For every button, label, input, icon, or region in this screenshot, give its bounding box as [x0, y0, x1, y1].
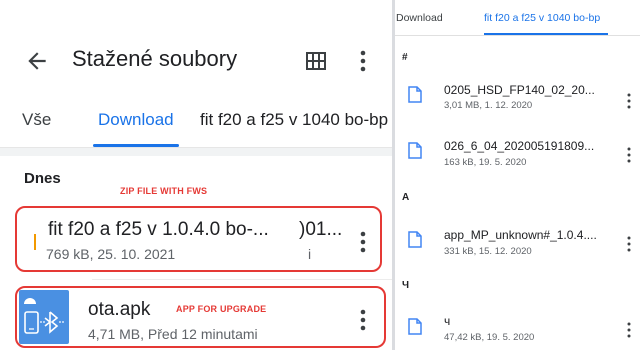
tab-all[interactable]: Vše [22, 110, 51, 130]
back-arrow-icon[interactable] [24, 48, 50, 74]
more-vert-icon[interactable] [626, 93, 632, 109]
file-name[interactable]: fit f20 a f25 v 1.0.4.0 bo-... [48, 219, 269, 241]
file-name[interactable]: 026_6_04_202005191809... [444, 139, 594, 153]
section-header-today: Dnes [24, 170, 61, 187]
file-icon [408, 318, 422, 335]
group-header: # [402, 52, 408, 63]
row-divider [92, 279, 392, 280]
file-meta: 769 kB, 25. 10. 2021 [46, 246, 176, 262]
file-icon [408, 142, 422, 159]
grid-view-icon[interactable] [306, 52, 326, 70]
more-vert-icon[interactable] [626, 147, 632, 163]
more-vert-icon[interactable] [626, 322, 632, 338]
file-name[interactable]: 0205_HSD_FP140_02_20... [444, 83, 595, 97]
file-icon [408, 86, 422, 103]
page-title: Stažené soubory [72, 46, 238, 71]
highlight-frame-apk [15, 286, 386, 348]
file-meta-overlap: i [308, 246, 312, 262]
right-panel: Download fit f20 a f25 v 1040 bo-bp # 02… [395, 0, 640, 350]
tab-divider [395, 35, 640, 36]
tab-download[interactable]: Download [98, 110, 174, 130]
group-header: A [402, 192, 410, 203]
file-thumbnail-edge [34, 234, 36, 250]
file-meta: 3,01 MB, 1. 12. 2020 [444, 100, 533, 111]
file-icon [408, 231, 422, 248]
file-name[interactable]: ч [444, 314, 450, 328]
file-meta: 163 kB, 19. 5. 2020 [444, 157, 527, 168]
file-name[interactable]: app_MP_unknown#_1.0.4.... [444, 228, 597, 242]
left-panel: Stažené soubory Vše Download fit f20 a f… [0, 0, 392, 350]
more-vert-icon[interactable] [356, 229, 370, 255]
more-vert-icon[interactable] [626, 236, 632, 252]
file-meta: 331 kB, 15. 12. 2020 [444, 246, 532, 257]
file-name-overlap: )01... [299, 219, 343, 240]
tab-download[interactable]: Download [396, 12, 443, 24]
section-band [0, 148, 392, 156]
more-vert-icon[interactable] [356, 48, 370, 74]
tab-fit-folder[interactable]: fit f20 a f25 v 1040 bo-bp [200, 110, 388, 130]
group-header: Ч [402, 280, 410, 291]
file-meta: 47,42 kB, 19. 5. 2020 [444, 332, 535, 343]
tab-fit-folder[interactable]: fit f20 a f25 v 1040 bo-bp [484, 12, 600, 24]
annotation-zip: ZIP FILE WITH FWS [120, 186, 208, 196]
